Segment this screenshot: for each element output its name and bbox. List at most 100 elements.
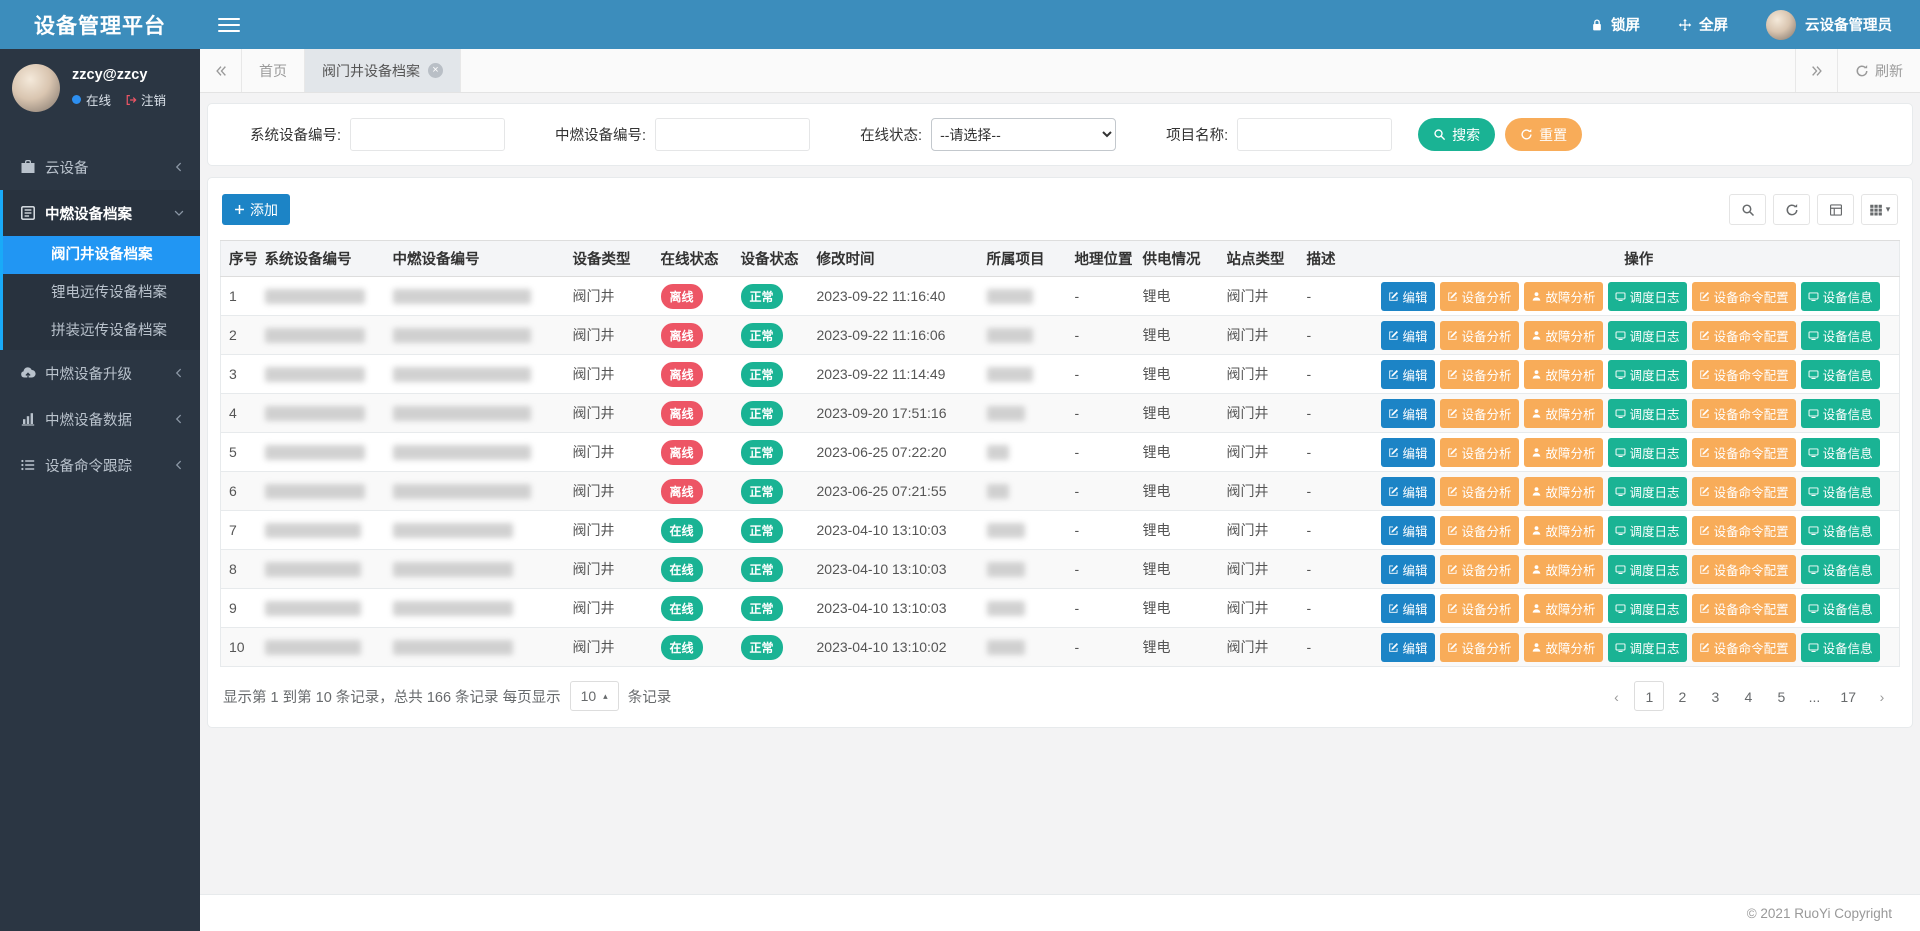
device-command-config-button[interactable]: 设备命令配置 (1692, 360, 1796, 389)
sidebar-item[interactable]: 中燃设备档案 (3, 190, 200, 236)
device-analysis-button[interactable]: 设备分析 (1440, 321, 1519, 350)
tab[interactable]: 阀门井设备档案× (305, 49, 461, 92)
add-button[interactable]: 添加 (222, 194, 290, 225)
user-menu[interactable]: 云设备管理员 (1766, 10, 1892, 40)
sidebar-toggle-button[interactable] (218, 14, 240, 36)
device-info-button[interactable]: 设备信息 (1801, 633, 1880, 662)
system-device-no-input[interactable] (350, 118, 505, 151)
edit-button[interactable]: 编辑 (1381, 360, 1435, 389)
fault-analysis-button[interactable]: 故障分析 (1524, 321, 1603, 350)
dispatch-log-button[interactable]: 调度日志 (1608, 516, 1687, 545)
page-number-button[interactable]: 17 (1832, 681, 1864, 711)
sidebar-subitem[interactable]: 阀门井设备档案 (3, 236, 200, 274)
dispatch-log-button[interactable]: 调度日志 (1608, 282, 1687, 311)
device-command-config-button[interactable]: 设备命令配置 (1692, 516, 1796, 545)
device-command-config-button[interactable]: 设备命令配置 (1692, 594, 1796, 623)
fault-analysis-button[interactable]: 故障分析 (1524, 516, 1603, 545)
device-analysis-button[interactable]: 设备分析 (1440, 555, 1519, 584)
device-info-button[interactable]: 设备信息 (1801, 360, 1880, 389)
reset-button[interactable]: 重置 (1505, 118, 1582, 151)
refresh-tool-button[interactable] (1773, 194, 1810, 225)
device-analysis-button[interactable]: 设备分析 (1440, 360, 1519, 389)
page-size-select[interactable]: 10 ▴ (570, 681, 619, 711)
device-command-config-button[interactable]: 设备命令配置 (1692, 633, 1796, 662)
edit-button[interactable]: 编辑 (1381, 555, 1435, 584)
online-status-select[interactable]: --请选择-- (931, 118, 1116, 151)
device-analysis-button[interactable]: 设备分析 (1440, 282, 1519, 311)
device-command-config-button[interactable]: 设备命令配置 (1692, 321, 1796, 350)
tabs-scroll-left-button[interactable] (200, 49, 242, 92)
page-number-button[interactable]: 1 (1634, 681, 1664, 711)
fault-analysis-button[interactable]: 故障分析 (1524, 399, 1603, 428)
next-page-button[interactable]: › (1867, 681, 1897, 711)
close-icon[interactable]: × (428, 63, 443, 78)
fault-analysis-button[interactable]: 故障分析 (1524, 555, 1603, 584)
dispatch-log-button[interactable]: 调度日志 (1608, 594, 1687, 623)
edit-button[interactable]: 编辑 (1381, 516, 1435, 545)
device-analysis-button[interactable]: 设备分析 (1440, 516, 1519, 545)
dispatch-log-button[interactable]: 调度日志 (1608, 438, 1687, 467)
edit-button[interactable]: 编辑 (1381, 633, 1435, 662)
sidebar-subitem[interactable]: 锂电远传设备档案 (3, 274, 200, 312)
dispatch-log-button[interactable]: 调度日志 (1608, 633, 1687, 662)
page-number-button[interactable]: 5 (1766, 681, 1796, 711)
device-command-config-button[interactable]: 设备命令配置 (1692, 438, 1796, 467)
search-button[interactable]: 搜索 (1418, 118, 1495, 151)
sidebar-item[interactable]: 中燃设备数据 (3, 396, 200, 442)
edit-button[interactable]: 编辑 (1381, 477, 1435, 506)
page-number-button[interactable]: 3 (1700, 681, 1730, 711)
fault-analysis-button[interactable]: 故障分析 (1524, 477, 1603, 506)
logout-link[interactable]: 注销 (125, 90, 166, 109)
device-info-button[interactable]: 设备信息 (1801, 555, 1880, 584)
device-command-config-button[interactable]: 设备命令配置 (1692, 555, 1796, 584)
device-info-button[interactable]: 设备信息 (1801, 282, 1880, 311)
device-info-button[interactable]: 设备信息 (1801, 477, 1880, 506)
fault-analysis-button[interactable]: 故障分析 (1524, 360, 1603, 389)
device-analysis-button[interactable]: 设备分析 (1440, 633, 1519, 662)
fault-analysis-button[interactable]: 故障分析 (1524, 438, 1603, 467)
page-number-button[interactable]: 2 (1667, 681, 1697, 711)
fullscreen-button[interactable]: 全屏 (1678, 14, 1728, 35)
dispatch-log-button[interactable]: 调度日志 (1608, 360, 1687, 389)
fault-analysis-button[interactable]: 故障分析 (1524, 633, 1603, 662)
page-number-button[interactable]: 4 (1733, 681, 1763, 711)
device-analysis-button[interactable]: 设备分析 (1440, 438, 1519, 467)
project-name-input[interactable] (1237, 118, 1392, 151)
refresh-tab-button[interactable]: 刷新 (1837, 49, 1920, 92)
edit-button[interactable]: 编辑 (1381, 438, 1435, 467)
edit-button[interactable]: 编辑 (1381, 399, 1435, 428)
sidebar-subitem[interactable]: 拼装远传设备档案 (3, 312, 200, 350)
edit-button[interactable]: 编辑 (1381, 321, 1435, 350)
device-command-config-button[interactable]: 设备命令配置 (1692, 477, 1796, 506)
device-analysis-button[interactable]: 设备分析 (1440, 399, 1519, 428)
device-analysis-button[interactable]: 设备分析 (1440, 594, 1519, 623)
fault-analysis-button[interactable]: 故障分析 (1524, 282, 1603, 311)
device-info-button[interactable]: 设备信息 (1801, 516, 1880, 545)
tab[interactable]: 首页 (242, 49, 305, 92)
device-analysis-button[interactable]: 设备分析 (1440, 477, 1519, 506)
device-info-button[interactable]: 设备信息 (1801, 321, 1880, 350)
dispatch-log-button[interactable]: 调度日志 (1608, 477, 1687, 506)
edit-button[interactable]: 编辑 (1381, 282, 1435, 311)
columns-tool-button[interactable]: ▾ (1861, 194, 1898, 225)
sidebar-item[interactable]: 设备命令跟踪 (3, 442, 200, 488)
device-info-button[interactable]: 设备信息 (1801, 594, 1880, 623)
dispatch-log-button[interactable]: 调度日志 (1608, 399, 1687, 428)
search-tool-button[interactable] (1729, 194, 1766, 225)
device-info-button[interactable]: 设备信息 (1801, 438, 1880, 467)
device-command-config-button[interactable]: 设备命令配置 (1692, 282, 1796, 311)
edit-button[interactable]: 编辑 (1381, 594, 1435, 623)
tabs-scroll-right-button[interactable] (1795, 49, 1837, 92)
zr-device-no-input[interactable] (655, 118, 810, 151)
dispatch-log-button[interactable]: 调度日志 (1608, 555, 1687, 584)
card-view-tool-button[interactable] (1817, 194, 1854, 225)
device-command-config-button[interactable]: 设备命令配置 (1692, 399, 1796, 428)
cell-modified-time: 2023-04-10 13:10:03 (809, 589, 979, 628)
fault-analysis-button[interactable]: 故障分析 (1524, 594, 1603, 623)
dispatch-log-button[interactable]: 调度日志 (1608, 321, 1687, 350)
lock-screen-button[interactable]: 锁屏 (1590, 14, 1640, 35)
sidebar-item[interactable]: 云设备 (3, 144, 200, 190)
prev-page-button[interactable]: ‹ (1601, 681, 1631, 711)
sidebar-item[interactable]: 中燃设备升级 (3, 350, 200, 396)
device-info-button[interactable]: 设备信息 (1801, 399, 1880, 428)
